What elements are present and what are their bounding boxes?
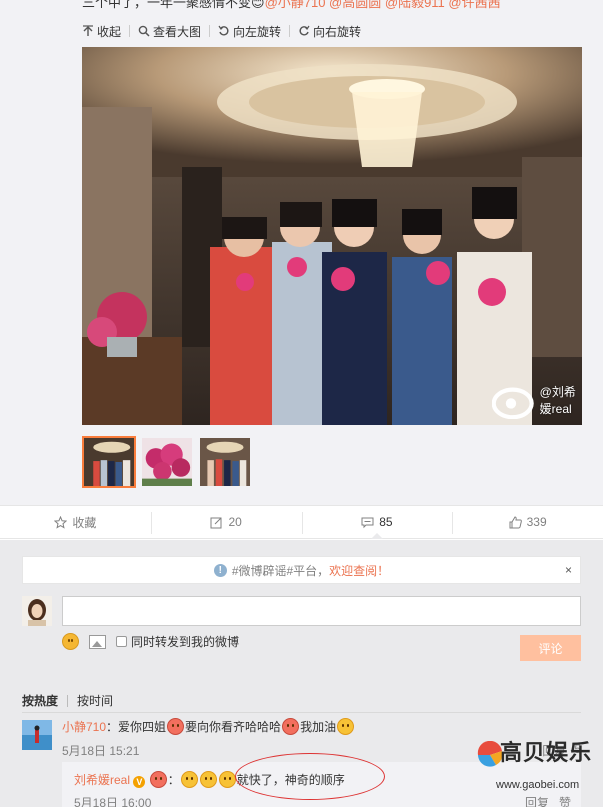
thumbnail-2[interactable] xyxy=(140,436,194,488)
photo-watermark: @刘希媛real xyxy=(491,381,576,419)
collapse-button[interactable]: 收起 xyxy=(82,23,121,40)
smile-emoji-icon xyxy=(337,718,355,735)
notice-bar: ! #微博辟谣#平台， 欢迎查阅！ × xyxy=(22,556,581,584)
logo-name: 高贝娱乐 xyxy=(500,740,593,766)
checkbox-icon[interactable] xyxy=(116,636,127,647)
repost-checkbox-label: 同时转发到我的微博 xyxy=(131,635,240,649)
notice-link[interactable]: 欢迎查阅！ xyxy=(329,562,389,579)
comment-text-3: 我加油 xyxy=(300,720,337,734)
rotate-right-button[interactable]: 向右旋转 xyxy=(298,23,361,40)
commenter-avatar[interactable] xyxy=(22,720,52,750)
repost-checkbox[interactable]: 同时转发到我的微博 xyxy=(116,633,239,650)
verified-badge-icon: V xyxy=(133,776,146,788)
view-large-label: 查看大图 xyxy=(153,24,202,39)
notice-text: #微博辟谣#平台， xyxy=(231,563,330,578)
emoji-icon[interactable] xyxy=(62,633,79,650)
weibo-logo-icon xyxy=(491,387,534,419)
star-icon xyxy=(54,515,68,529)
avatar-image xyxy=(22,720,52,750)
info-icon: ! xyxy=(213,563,227,577)
thumbnail-1[interactable] xyxy=(82,436,136,488)
magnifier-icon xyxy=(138,25,150,37)
post-action-bar: 收藏 20 85 339 xyxy=(0,505,603,539)
divider xyxy=(22,712,581,713)
logo-url: www.gaobei.com xyxy=(496,779,580,791)
composer-tools: 同时转发到我的微博 xyxy=(62,633,239,650)
rotate-left-icon xyxy=(218,25,229,36)
reply-time: 5月18日 16:00 xyxy=(74,796,152,807)
post-text: 三个中了，一年一聚感情不变😊 xyxy=(82,0,265,10)
toolbar-divider xyxy=(289,25,291,37)
close-icon[interactable]: × xyxy=(565,563,572,577)
view-large-button[interactable]: 查看大图 xyxy=(138,23,201,40)
rotate-right-icon xyxy=(299,25,310,36)
reply-username[interactable]: 刘希媛real xyxy=(74,773,130,787)
post-mentions[interactable]: @小静710 @高圆圆 @陆毅911 @许茜茜 xyxy=(265,0,501,10)
rotate-left-label: 向左旋转 xyxy=(233,24,282,39)
media-toolbar: 收起 查看大图 向左旋转 向右旋转 xyxy=(82,22,361,40)
collapse-label: 收起 xyxy=(97,24,122,39)
sort-by-time[interactable]: 按时间 xyxy=(77,692,113,709)
toolbar-divider xyxy=(209,25,211,37)
repost-count: 20 xyxy=(228,515,242,529)
thumbs-up-icon xyxy=(509,515,522,528)
thumbnail-image xyxy=(84,438,134,486)
flower-emoji-icon xyxy=(149,771,167,788)
arrow-up-icon xyxy=(83,25,93,36)
kiss-emoji-icon xyxy=(167,718,185,735)
avatar-image xyxy=(22,596,52,626)
comment-input[interactable] xyxy=(62,596,581,626)
photo-thumbnails xyxy=(82,436,252,488)
comment-username[interactable]: 小静710 xyxy=(62,720,106,734)
comment-text-1: ：爱你四姐 xyxy=(106,720,167,734)
post-text-cut: 三个中了，一年一聚感情不变😊@小静710 @高圆圆 @陆毅911 @许茜茜 xyxy=(82,0,501,11)
thumbnail-image xyxy=(200,438,250,486)
group-photo-image xyxy=(82,47,582,425)
sort-by-hot[interactable]: 按热度 xyxy=(22,692,58,709)
comment-time: 5月18日 15:21 xyxy=(62,744,140,758)
repost-button[interactable]: 20 xyxy=(150,512,302,534)
sort-divider-line xyxy=(67,694,69,707)
comment-icon xyxy=(361,517,374,528)
site-watermark-logo: 高贝娱乐 www.gaobei.com xyxy=(476,735,596,803)
post-media-area: 三个中了，一年一聚感情不变😊@小静710 @高圆圆 @陆毅911 @许茜茜 收起… xyxy=(0,0,603,505)
thumbnail-image xyxy=(142,438,192,486)
comment-sort: 按热度 按时间 xyxy=(22,692,113,709)
rotate-right-label: 向右旋转 xyxy=(313,24,362,39)
grin-emoji-icon xyxy=(199,771,217,788)
favorite-button[interactable]: 收藏 xyxy=(0,514,151,531)
comment-button[interactable]: 85 xyxy=(301,512,453,539)
comment-content: 小静710：爱你四姐 要向你看齐哈哈哈 我加油 xyxy=(62,718,582,736)
repost-icon xyxy=(210,517,222,528)
my-avatar[interactable] xyxy=(22,596,52,626)
grin-emoji-icon xyxy=(218,771,236,788)
main-photo[interactable]: @刘希媛real xyxy=(82,47,582,425)
grin-emoji-icon xyxy=(180,771,198,788)
favorite-label: 收藏 xyxy=(72,515,97,530)
image-upload-icon[interactable] xyxy=(89,634,106,649)
comment-count: 85 xyxy=(379,515,393,529)
like-button[interactable]: 339 xyxy=(452,512,603,534)
active-indicator xyxy=(370,533,383,539)
heart-eyes-emoji-icon xyxy=(282,718,300,735)
rotate-left-button[interactable]: 向左旋转 xyxy=(218,23,281,40)
thumbnail-3[interactable] xyxy=(198,436,252,488)
comment-text-2: 要向你看齐哈哈哈 xyxy=(185,720,282,734)
watermark-text: @刘希媛real xyxy=(539,385,576,417)
like-count: 339 xyxy=(526,515,547,529)
highlight-annotation xyxy=(235,753,385,800)
toolbar-divider xyxy=(129,25,131,37)
submit-comment-button[interactable]: 评论 xyxy=(520,635,581,661)
